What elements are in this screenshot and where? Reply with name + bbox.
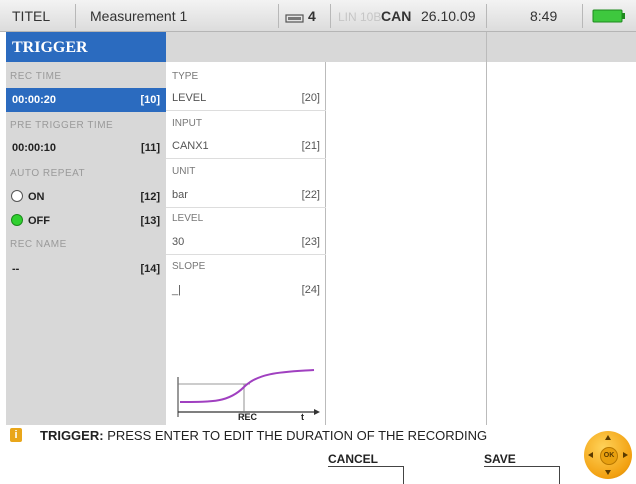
rec-time-value: 00:00:20 [12,94,57,106]
status-separator [330,4,331,28]
cancel-button[interactable]: CANCEL [328,452,378,466]
type-label: TYPE [172,71,199,82]
app-title: TITEL [12,8,51,24]
unit-key: [22] [301,189,320,201]
info-icon: i [10,428,22,442]
auto-repeat-label: AUTO REPEAT [10,168,86,179]
graph-t-label: t [301,412,304,422]
battery-icon [592,9,626,23]
lin-indicator: LIN 10B [338,10,382,24]
signal-curve [179,369,315,403]
save-button[interactable]: SAVE [484,452,516,466]
type-value: LEVEL [172,92,207,104]
rec-time-label: REC TIME [10,71,62,82]
status-bar: TITEL Measurement 1 4 LIN 10B CAN 26.10.… [0,0,636,32]
level-row[interactable]: 30 [23] [166,232,326,255]
date-display: 26.10.09 [421,8,476,24]
cancel-underline [328,466,404,467]
ok-center-button[interactable]: OK [600,447,618,465]
ok-navigation-icon[interactable]: OK [584,431,632,479]
pre-trigger-label: PRE TRIGGER TIME [10,120,114,131]
save-underline [484,466,560,467]
measurement-name: Measurement 1 [90,8,188,24]
type-row[interactable]: LEVEL [20] [166,88,326,111]
column-divider [486,32,487,425]
rec-name-row[interactable]: -- [14] [6,257,166,281]
slope-value: _| [172,284,181,296]
off-label: OFF [28,215,50,227]
tab-trigger[interactable]: TRIGGER [6,32,166,62]
can-indicator: CAN [381,8,412,24]
trigger-settings-panel: REC TIME 00:00:20 [10] PRE TRIGGER TIME … [6,32,166,425]
radio-checked-icon [11,214,23,226]
type-key: [20] [301,92,320,104]
unit-row[interactable]: bar [22] [166,185,326,208]
radio-unchecked-icon [11,190,23,202]
status-separator [486,4,487,28]
pre-trigger-row[interactable]: 00:00:10 [11] [6,136,166,160]
rec-name-value: -- [12,263,20,275]
graph-rec-label: REC [238,412,258,422]
level-label: LEVEL [172,213,204,224]
input-label: INPUT [172,118,202,129]
level-key: [23] [301,236,320,248]
time-display: 8:49 [530,8,558,24]
input-key: [21] [301,140,320,152]
rec-name-label: REC NAME [10,239,67,250]
unit-value: bar [172,189,188,201]
auto-repeat-off-option[interactable]: OFF [13] [6,209,166,233]
slope-row[interactable]: _| [24] [166,280,326,302]
axis-arrow-icon [314,409,320,415]
pre-trigger-value: 00:00:10 [12,142,57,154]
status-separator [582,4,583,28]
trigger-detail-panel: TYPE LEVEL [20] INPUT CANX1 [21] UNIT ba… [166,32,326,425]
device-icon [285,11,305,23]
info-message-text: PRESS ENTER TO EDIT THE DURATION OF THE … [107,428,488,443]
on-key: [12] [140,191,160,203]
on-label: ON [28,191,45,203]
info-message: TRIGGER: PRESS ENTER TO EDIT THE DURATIO… [40,428,487,443]
rec-time-row[interactable]: 00:00:20 [10] [6,88,166,112]
unit-label: UNIT [172,166,196,177]
status-separator [75,4,76,28]
slope-label: SLOPE [172,261,206,272]
rec-time-key: [10] [140,94,160,106]
level-value: 30 [172,236,185,248]
info-message-title: TRIGGER: [40,428,104,443]
empty-header [326,32,636,62]
input-row[interactable]: CANX1 [21] [166,136,326,159]
rec-name-key: [14] [140,263,160,275]
status-separator [278,4,279,28]
input-value: CANX1 [172,140,209,152]
slope-key: [24] [301,284,320,296]
device-count: 4 [308,8,316,24]
cancel-leader [403,466,404,484]
off-key: [13] [140,215,160,227]
auto-repeat-on-option[interactable]: ON [12] [6,185,166,209]
detail-header [166,32,326,62]
pre-trigger-key: [11] [141,142,160,154]
save-leader [559,466,560,484]
